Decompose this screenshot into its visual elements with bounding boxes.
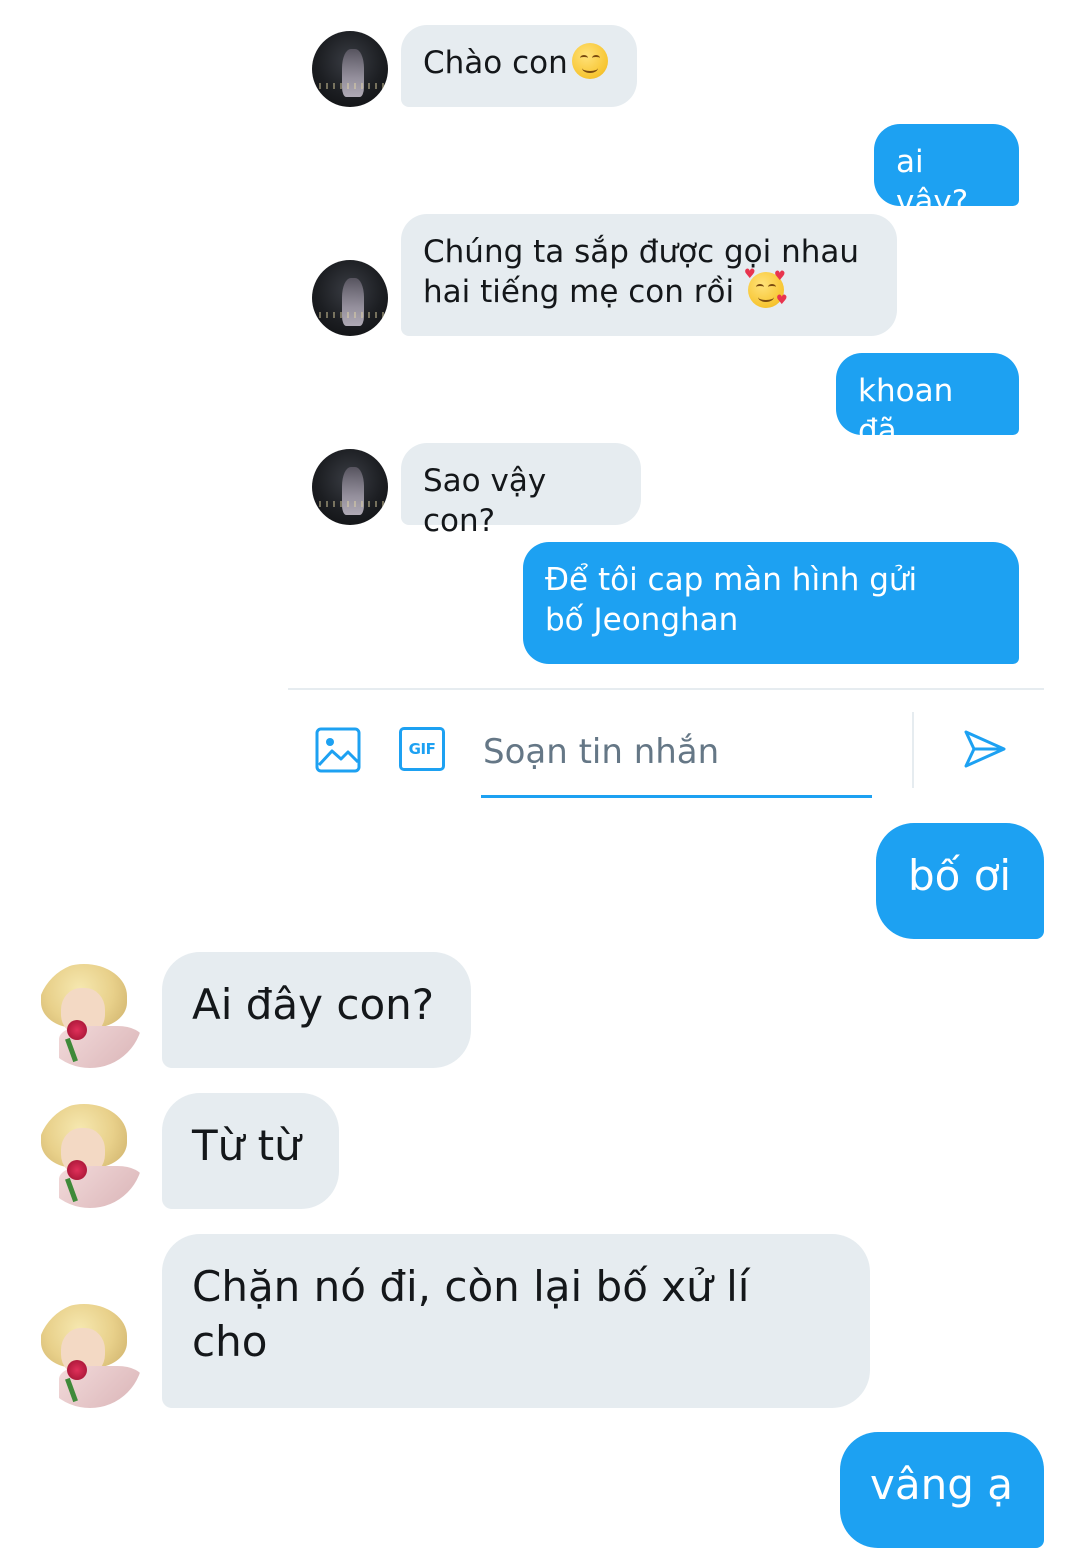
message-bubble-outgoing[interactable]: bố ơi <box>876 823 1044 939</box>
sender-avatar[interactable] <box>312 449 388 525</box>
message-text: ai vậy? <box>896 144 969 221</box>
message-input[interactable] <box>481 722 872 798</box>
message-bubble-outgoing[interactable]: vâng ạ <box>840 1432 1044 1548</box>
send-icon[interactable] <box>962 726 1008 772</box>
composer-divider <box>288 688 1044 690</box>
gif-icon[interactable]: GIF <box>399 727 445 771</box>
message-text: bố ơi <box>908 851 1012 900</box>
message-bubble-incoming[interactable]: Chặn nó đi, còn lại bố xử lí cho <box>162 1234 870 1408</box>
sender-avatar[interactable] <box>312 31 388 107</box>
message-bubble-incoming[interactable]: Từ từ <box>162 1093 339 1209</box>
gif-label: GIF <box>408 740 436 758</box>
message-text: khoan đã <box>858 373 954 450</box>
message-text: Sao vậy con? <box>423 463 547 540</box>
message-bubble-outgoing[interactable]: ai vậy? <box>874 124 1019 220</box>
message-bubble-outgoing[interactable]: khoan đã <box>836 353 1019 449</box>
composer-separator <box>912 712 914 788</box>
message-text: Chúng ta sắp được gọi nhau hai tiếng mẹ … <box>423 234 860 311</box>
smiling-face-icon <box>571 43 608 79</box>
sender-avatar[interactable] <box>37 1302 143 1408</box>
message-bubble-incoming[interactable]: Chào con <box>401 25 637 107</box>
message-bubble-incoming[interactable]: Ai đây con? <box>162 952 471 1068</box>
message-text: Để tôi cap màn hình gửi bố Jeonghan <box>545 562 918 639</box>
message-text: Ai đây con? <box>192 980 435 1029</box>
smiling-face-with-hearts-icon: ♥ ♥ ♥ <box>743 267 788 309</box>
message-bubble-incoming[interactable]: Sao vậy con? <box>401 443 641 539</box>
message-bubble-incoming[interactable]: Chúng ta sắp được gọi nhau hai tiếng mẹ … <box>401 214 897 336</box>
sender-avatar[interactable] <box>37 1102 143 1208</box>
message-text: Chào con <box>423 45 568 81</box>
sender-avatar[interactable] <box>312 260 388 336</box>
sender-avatar[interactable] <box>37 962 143 1068</box>
message-bubble-outgoing[interactable]: Để tôi cap màn hình gửi bố Jeonghan <box>523 542 1019 664</box>
message-text: Từ từ <box>192 1121 301 1170</box>
image-icon[interactable] <box>315 727 361 773</box>
message-text: Chặn nó đi, còn lại bố xử lí cho <box>192 1262 750 1366</box>
message-text: vâng ạ <box>870 1460 1013 1509</box>
